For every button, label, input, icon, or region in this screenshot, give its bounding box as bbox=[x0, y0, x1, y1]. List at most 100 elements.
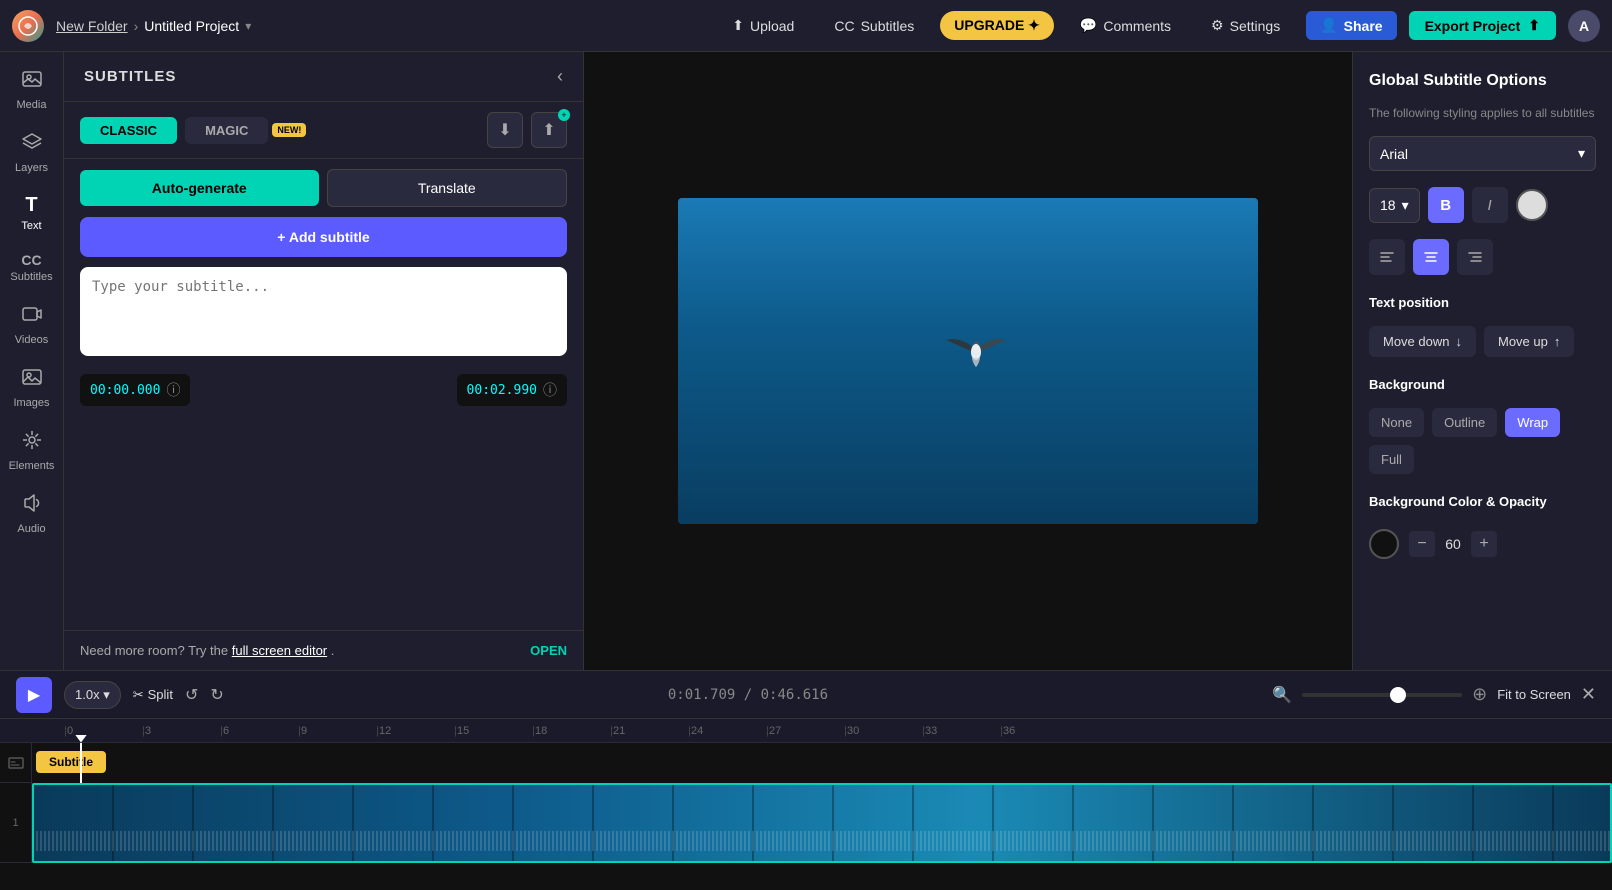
zoom-out-icon[interactable]: 🔍 bbox=[1272, 685, 1292, 705]
redo-button[interactable]: ↻ bbox=[210, 685, 223, 705]
zoom-in-icon[interactable]: ⊕ bbox=[1472, 684, 1487, 705]
export-srt-button[interactable]: ⬆ + bbox=[531, 112, 567, 148]
avatar[interactable]: A bbox=[1568, 10, 1600, 42]
tick-30: :30 bbox=[844, 725, 922, 737]
speed-selector[interactable]: 1.0x ▾ bbox=[64, 681, 121, 709]
move-up-button[interactable]: Move up ↑ bbox=[1484, 326, 1574, 357]
opacity-increase-button[interactable]: + bbox=[1471, 531, 1497, 557]
subtitle-track: Subtitle bbox=[32, 743, 1612, 783]
bg-color-label: Background Color & Opacity bbox=[1369, 494, 1596, 509]
video-filmstrip[interactable] bbox=[32, 783, 1612, 863]
split-button[interactable]: ✂ Split bbox=[133, 687, 173, 703]
panel-close-button[interactable]: ‹ bbox=[557, 66, 563, 87]
sidebar-item-subtitles[interactable]: CC Subtitles bbox=[4, 244, 60, 291]
fit-screen-button[interactable]: Fit to Screen bbox=[1497, 687, 1571, 702]
opacity-value: 60 bbox=[1441, 536, 1465, 552]
split-icon: ✂ bbox=[133, 687, 144, 703]
subtitles-nav-button[interactable]: CC Subtitles bbox=[820, 12, 928, 40]
upload-button[interactable]: ⬆ Upload bbox=[718, 11, 808, 40]
media-icon bbox=[21, 68, 43, 96]
panel-bottom: Need more room? Try the full screen edit… bbox=[64, 630, 583, 670]
fullscreen-editor-link[interactable]: full screen editor bbox=[232, 643, 327, 658]
panel-header: SUBTITLES ‹ bbox=[64, 52, 583, 102]
folder-link[interactable]: New Folder bbox=[56, 18, 128, 34]
sidebar-item-videos[interactable]: Videos bbox=[4, 295, 60, 354]
video-track-number: 1 bbox=[0, 783, 32, 862]
play-button[interactable]: ▶ bbox=[16, 677, 52, 713]
translate-button[interactable]: Translate bbox=[327, 169, 568, 207]
align-right-button[interactable] bbox=[1457, 239, 1493, 275]
open-fullscreen-button[interactable]: OPEN bbox=[530, 643, 567, 658]
text-color-picker[interactable] bbox=[1516, 189, 1548, 221]
sidebar-item-text[interactable]: T Text bbox=[4, 186, 60, 240]
sidebar-item-audio[interactable]: Audio bbox=[4, 484, 60, 543]
subtitle-chip[interactable]: Subtitle bbox=[36, 751, 106, 773]
tick-9: :9 bbox=[298, 725, 376, 737]
bold-button[interactable]: B bbox=[1428, 187, 1464, 223]
settings-button[interactable]: ⚙ Settings bbox=[1197, 11, 1294, 40]
align-center-button[interactable] bbox=[1413, 239, 1449, 275]
sidebar-label-media: Media bbox=[17, 99, 47, 111]
export-button[interactable]: Export Project ⬆ bbox=[1409, 11, 1556, 40]
zoom-thumb[interactable] bbox=[1390, 687, 1406, 703]
upgrade-button[interactable]: UPGRADE ✦ bbox=[940, 11, 1054, 40]
timecode-display: 0:01.709 / 0:46.616 bbox=[236, 687, 1260, 703]
subtitle-text-input[interactable] bbox=[92, 279, 555, 339]
project-name: Untitled Project bbox=[144, 18, 239, 34]
move-down-button[interactable]: Move down ↓ bbox=[1369, 326, 1476, 357]
italic-button[interactable]: I bbox=[1472, 187, 1508, 223]
timestamp-end-icon[interactable]: ⓘ bbox=[543, 380, 557, 400]
plus-badge-icon: + bbox=[558, 109, 570, 121]
font-selector[interactable]: Arial ▾ bbox=[1369, 136, 1596, 171]
audio-icon bbox=[21, 492, 43, 520]
sidebar-label-subtitles: Subtitles bbox=[10, 271, 52, 283]
font-size-selector[interactable]: 18 ▾ bbox=[1369, 188, 1420, 223]
bg-full-button[interactable]: Full bbox=[1369, 445, 1414, 474]
autogenerate-button[interactable]: Auto-generate bbox=[80, 170, 319, 206]
font-dropdown-icon: ▾ bbox=[1578, 145, 1585, 162]
breadcrumb: New Folder › Untitled Project ▾ bbox=[56, 18, 251, 34]
share-button[interactable]: 👤 Share bbox=[1306, 11, 1396, 40]
images-icon bbox=[21, 366, 43, 394]
sidebar-item-images[interactable]: Images bbox=[4, 358, 60, 417]
sidebar-item-layers[interactable]: Layers bbox=[4, 123, 60, 182]
opacity-decrease-button[interactable]: − bbox=[1409, 531, 1435, 557]
align-left-button[interactable] bbox=[1369, 239, 1405, 275]
tick-18: :18 bbox=[532, 725, 610, 737]
tick-21: :21 bbox=[610, 725, 688, 737]
right-panel: Global Subtitle Options The following st… bbox=[1352, 52, 1612, 670]
sidebar-item-elements[interactable]: Elements bbox=[4, 421, 60, 480]
timeline-right-controls: 🔍 ⊕ Fit to Screen ✕ bbox=[1272, 684, 1596, 705]
project-caret[interactable]: ▾ bbox=[245, 19, 251, 33]
background-label: Background bbox=[1369, 377, 1596, 392]
bird-graphic bbox=[936, 322, 1016, 387]
tick-6: :6 bbox=[220, 725, 298, 737]
add-subtitle-button[interactable]: + Add subtitle bbox=[80, 217, 567, 257]
timeline-ruler: :0 :3 :6 :9 :12 :15 :18 :21 :24 :27 :30 … bbox=[0, 719, 1612, 743]
bg-outline-button[interactable]: Outline bbox=[1432, 408, 1497, 437]
playhead[interactable] bbox=[80, 743, 82, 783]
bg-color-picker[interactable] bbox=[1369, 529, 1399, 559]
text-icon: T bbox=[25, 194, 37, 217]
format-row: 18 ▾ B I bbox=[1369, 187, 1596, 223]
comments-button[interactable]: 💬 Comments bbox=[1066, 11, 1185, 40]
tick-3: :3 bbox=[142, 725, 220, 737]
background-options-row: None Outline Wrap Full bbox=[1369, 408, 1596, 474]
undo-button[interactable]: ↺ bbox=[185, 685, 198, 705]
comments-icon: 💬 bbox=[1080, 17, 1097, 34]
import-button[interactable]: ⬇ bbox=[487, 112, 523, 148]
timeline-controls: ▶ 1.0x ▾ ✂ Split ↺ ↻ 0:01.709 / 0:46.616… bbox=[0, 671, 1612, 719]
bg-none-button[interactable]: None bbox=[1369, 408, 1424, 437]
alignment-row bbox=[1369, 239, 1596, 275]
canvas-area bbox=[584, 52, 1352, 670]
move-up-icon: ↑ bbox=[1554, 334, 1561, 349]
tab-magic[interactable]: MAGIC bbox=[185, 117, 268, 144]
zoom-slider[interactable] bbox=[1302, 693, 1462, 697]
bg-wrap-button[interactable]: Wrap bbox=[1505, 408, 1560, 437]
tab-classic[interactable]: CLASSIC bbox=[80, 117, 177, 144]
tab-magic-container[interactable]: MAGIC NEW! bbox=[185, 117, 306, 144]
panel-actions: Auto-generate Translate bbox=[64, 159, 583, 217]
close-timeline-button[interactable]: ✕ bbox=[1581, 684, 1596, 705]
timestamp-start-icon[interactable]: ⓘ bbox=[166, 380, 180, 400]
sidebar-item-media[interactable]: Media bbox=[4, 60, 60, 119]
